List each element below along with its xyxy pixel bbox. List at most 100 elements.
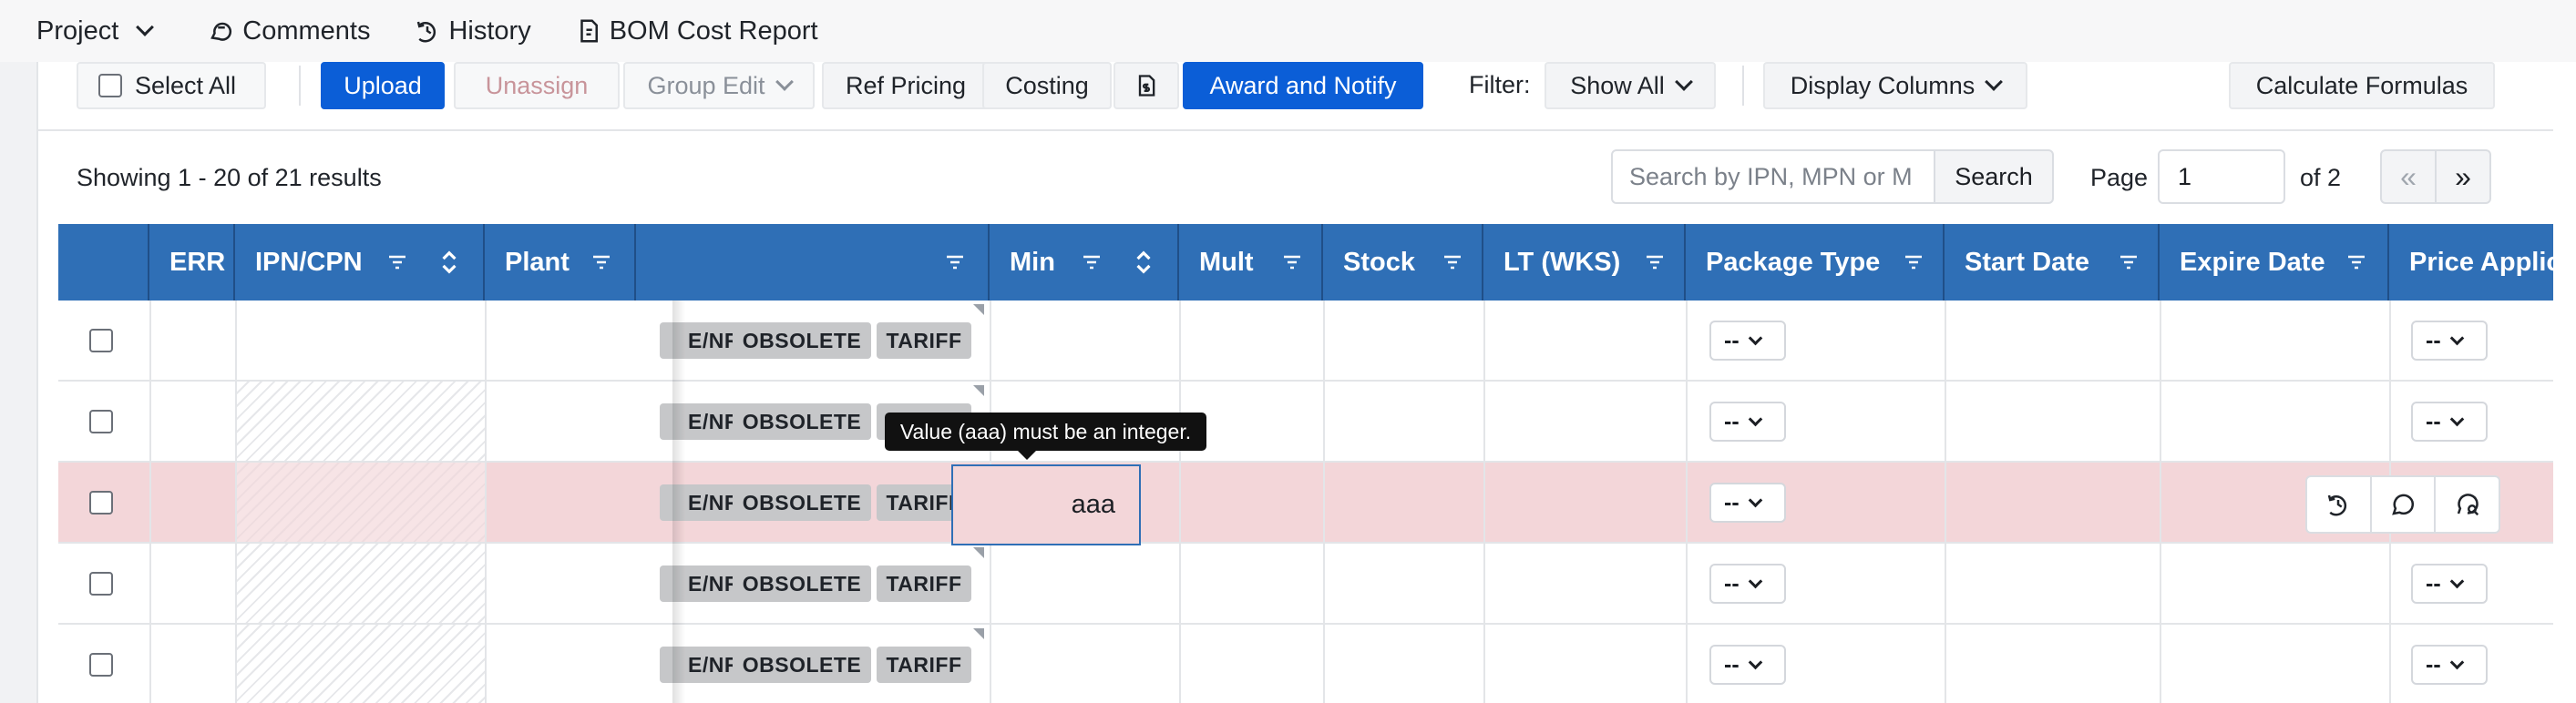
chevron-down-icon bbox=[1748, 412, 1762, 426]
cell-divider bbox=[1323, 625, 1325, 703]
price-applic-column-header[interactable]: Price Applic bbox=[2389, 224, 2553, 301]
chevron-down-icon bbox=[2449, 655, 2464, 669]
start-date-column-header[interactable]: Start Date bbox=[1945, 224, 2160, 301]
table-row[interactable]: E/NROBSOLETETARIFF---- bbox=[58, 463, 2553, 544]
filter-icon[interactable] bbox=[2118, 251, 2140, 273]
cell-divider bbox=[485, 382, 487, 463]
price-applic-select-value: -- bbox=[2426, 408, 2441, 434]
lt-column-header[interactable]: LT (WKS) bbox=[1483, 224, 1686, 301]
group-edit-label: Group Edit bbox=[647, 71, 765, 99]
award-notify-button[interactable]: Award and Notify bbox=[1183, 62, 1423, 109]
sort-icon[interactable] bbox=[1135, 248, 1152, 277]
price-applic-select[interactable]: -- bbox=[2411, 564, 2488, 604]
cell-divider bbox=[1179, 544, 1181, 625]
unassign-button[interactable]: Unassign bbox=[454, 62, 620, 109]
filter-icon[interactable] bbox=[2345, 251, 2367, 273]
chevron-down-icon bbox=[2449, 412, 2464, 426]
select-all-button[interactable]: Select All bbox=[77, 62, 266, 109]
price-applic-select[interactable]: -- bbox=[2411, 402, 2488, 442]
comment-icon bbox=[2392, 494, 2415, 515]
filter-icon[interactable] bbox=[386, 251, 408, 273]
min-cell-editor[interactable]: aaa bbox=[951, 464, 1141, 545]
bom-cost-report-link[interactable]: BOM Cost Report bbox=[531, 16, 818, 46]
obsolete-tag: OBSOLETE bbox=[733, 484, 871, 521]
search-input[interactable]: Search by IPN, MPN or M bbox=[1611, 149, 1935, 204]
history-label: History bbox=[448, 15, 531, 46]
table-row[interactable]: E/NROBSOLETETARIFF---- bbox=[58, 544, 2553, 625]
filter-icon[interactable] bbox=[1644, 251, 1666, 273]
stock-column-header[interactable]: Stock bbox=[1323, 224, 1483, 301]
package-type-select[interactable]: -- bbox=[1709, 402, 1786, 442]
price-applic-select[interactable]: -- bbox=[2411, 645, 2488, 685]
filter-icon[interactable] bbox=[1903, 251, 1924, 273]
previous-page-button[interactable]: « bbox=[2380, 149, 2437, 204]
costing-report-button[interactable] bbox=[1114, 62, 1179, 109]
filter-icon[interactable] bbox=[1081, 251, 1103, 273]
filter-select[interactable]: Show All bbox=[1545, 62, 1716, 109]
filter-icon[interactable] bbox=[1281, 251, 1303, 273]
chevron-down-icon bbox=[1748, 655, 1762, 669]
row-checkbox[interactable] bbox=[89, 491, 113, 515]
tariff-tag: TARIFF bbox=[877, 322, 971, 359]
filter-icon[interactable] bbox=[944, 251, 966, 273]
expire-date-header-label: Expire Date bbox=[2180, 247, 2325, 277]
upload-button[interactable]: Upload bbox=[321, 62, 445, 109]
page-number-input[interactable]: 1 bbox=[2158, 149, 2285, 204]
cell-divider bbox=[485, 544, 487, 625]
row-checkbox[interactable] bbox=[89, 410, 113, 433]
min-column-header[interactable]: Min bbox=[990, 224, 1179, 301]
cell-divider bbox=[1323, 544, 1325, 625]
err-column-header[interactable]: ERR bbox=[149, 224, 235, 301]
cell-divider bbox=[990, 301, 991, 382]
group-edit-button[interactable]: Group Edit bbox=[623, 62, 815, 109]
cell-divider bbox=[2160, 382, 2161, 463]
costing-button[interactable]: Costing bbox=[982, 62, 1112, 109]
cell-divider bbox=[1323, 463, 1325, 544]
row-checkbox[interactable] bbox=[89, 653, 113, 677]
cell-divider bbox=[1686, 463, 1688, 544]
ipn-column-header[interactable]: IPN/CPN bbox=[235, 224, 485, 301]
history-link[interactable]: History bbox=[370, 15, 531, 46]
row-comment-button[interactable] bbox=[2372, 477, 2437, 532]
price-applic-select[interactable]: -- bbox=[2411, 321, 2488, 361]
package-type-select[interactable]: -- bbox=[1709, 483, 1786, 523]
filter-icon[interactable] bbox=[1442, 251, 1463, 273]
cell-divider bbox=[2160, 544, 2161, 625]
display-columns-button[interactable]: Display Columns bbox=[1763, 62, 2027, 109]
cell-divider bbox=[149, 463, 151, 544]
row-checkbox[interactable] bbox=[89, 572, 113, 596]
cell-divider bbox=[1483, 544, 1485, 625]
filter-icon[interactable] bbox=[590, 251, 612, 273]
package-type-select[interactable]: -- bbox=[1709, 564, 1786, 604]
filter-value: Show All bbox=[1570, 71, 1665, 99]
mult-column-header[interactable]: Mult bbox=[1179, 224, 1323, 301]
package-type-column-header[interactable]: Package Type bbox=[1686, 224, 1945, 301]
plant-column-header[interactable]: Plant bbox=[485, 224, 636, 301]
table-row[interactable]: E/NROBSOLETETARIFF---- bbox=[58, 382, 2553, 463]
cell-divider bbox=[1945, 544, 1946, 625]
obsolete-tag: OBSOLETE bbox=[733, 322, 871, 359]
display-columns-label: Display Columns bbox=[1790, 71, 1976, 99]
project-menu-label: Project bbox=[36, 15, 119, 46]
ref-pricing-button[interactable]: Ref Pricing bbox=[822, 62, 990, 109]
chevron-down-icon bbox=[1985, 73, 2004, 91]
table-row[interactable]: E/NROBSOLETETARIFF---- bbox=[58, 301, 2553, 382]
select-all-checkbox[interactable] bbox=[98, 74, 122, 97]
table-row[interactable]: E/NROBSOLETETARIFF---- bbox=[58, 625, 2553, 703]
row-history-button[interactable] bbox=[2307, 477, 2372, 532]
next-page-button[interactable]: » bbox=[2435, 149, 2491, 204]
row-checkbox[interactable] bbox=[89, 329, 113, 352]
package-type-select[interactable]: -- bbox=[1709, 321, 1786, 361]
expire-date-column-header[interactable]: Expire Date bbox=[2160, 224, 2389, 301]
search-button[interactable]: Search bbox=[1934, 149, 2054, 204]
row-search-comment-button[interactable] bbox=[2436, 477, 2499, 532]
status-column-header[interactable] bbox=[672, 224, 990, 301]
history-icon bbox=[2328, 494, 2347, 516]
project-menu[interactable]: Project bbox=[0, 15, 155, 46]
calculate-formulas-button[interactable]: Calculate Formulas bbox=[2229, 62, 2495, 109]
tariff-tag: TARIFF bbox=[877, 647, 971, 683]
comments-link[interactable]: Comments bbox=[151, 16, 370, 46]
lt-header-label: LT (WKS) bbox=[1504, 247, 1621, 277]
package-type-select[interactable]: -- bbox=[1709, 645, 1786, 685]
sort-icon[interactable] bbox=[441, 248, 457, 277]
